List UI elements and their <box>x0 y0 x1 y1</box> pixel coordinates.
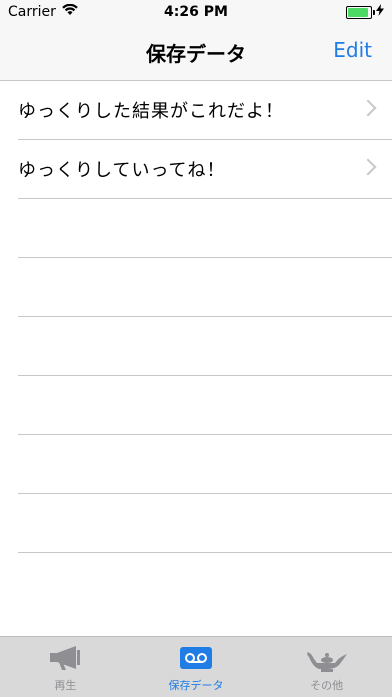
list-item[interactable]: ゆっくりした結果がこれだよ！ <box>18 81 392 140</box>
battery-icon <box>346 5 375 19</box>
voicemail-icon <box>179 645 213 675</box>
tab-bar: 再生 保存データ その他 <box>0 636 392 697</box>
edit-button[interactable]: Edit <box>333 38 372 62</box>
charging-bolt-icon <box>376 4 384 20</box>
saved-data-list: ゆっくりした結果がこれだよ！ ゆっくりしていってね！ <box>0 81 392 553</box>
battery-level <box>348 7 368 17</box>
list-item[interactable]: ゆっくりしていってね！ <box>18 140 392 199</box>
empty-row <box>18 258 392 317</box>
megaphone-icon <box>48 645 82 675</box>
list-item-label: ゆっくりしていってね！ <box>18 160 226 181</box>
empty-row <box>18 494 392 553</box>
navigation-bar: 保存データ Edit <box>0 24 392 81</box>
lamp-icon <box>305 645 349 677</box>
tab-other-label: その他 <box>310 679 344 692</box>
empty-row <box>18 435 392 494</box>
tab-saved-data[interactable]: 保存データ <box>131 637 262 697</box>
tab-play-label: 再生 <box>54 679 77 692</box>
tab-play[interactable]: 再生 <box>0 637 131 697</box>
empty-row <box>18 199 392 258</box>
list-item-label: ゆっくりした結果がこれだよ！ <box>18 101 284 122</box>
tab-other[interactable]: その他 <box>261 637 392 697</box>
tab-saved-data-label: 保存データ <box>168 679 224 692</box>
status-time: 4:26 PM <box>164 4 228 20</box>
empty-row <box>18 376 392 435</box>
status-right <box>346 4 384 20</box>
status-bar: Carrier 4:26 PM <box>0 0 392 24</box>
chevron-right-icon <box>359 158 377 176</box>
empty-row <box>18 317 392 376</box>
chevron-right-icon <box>359 99 377 117</box>
